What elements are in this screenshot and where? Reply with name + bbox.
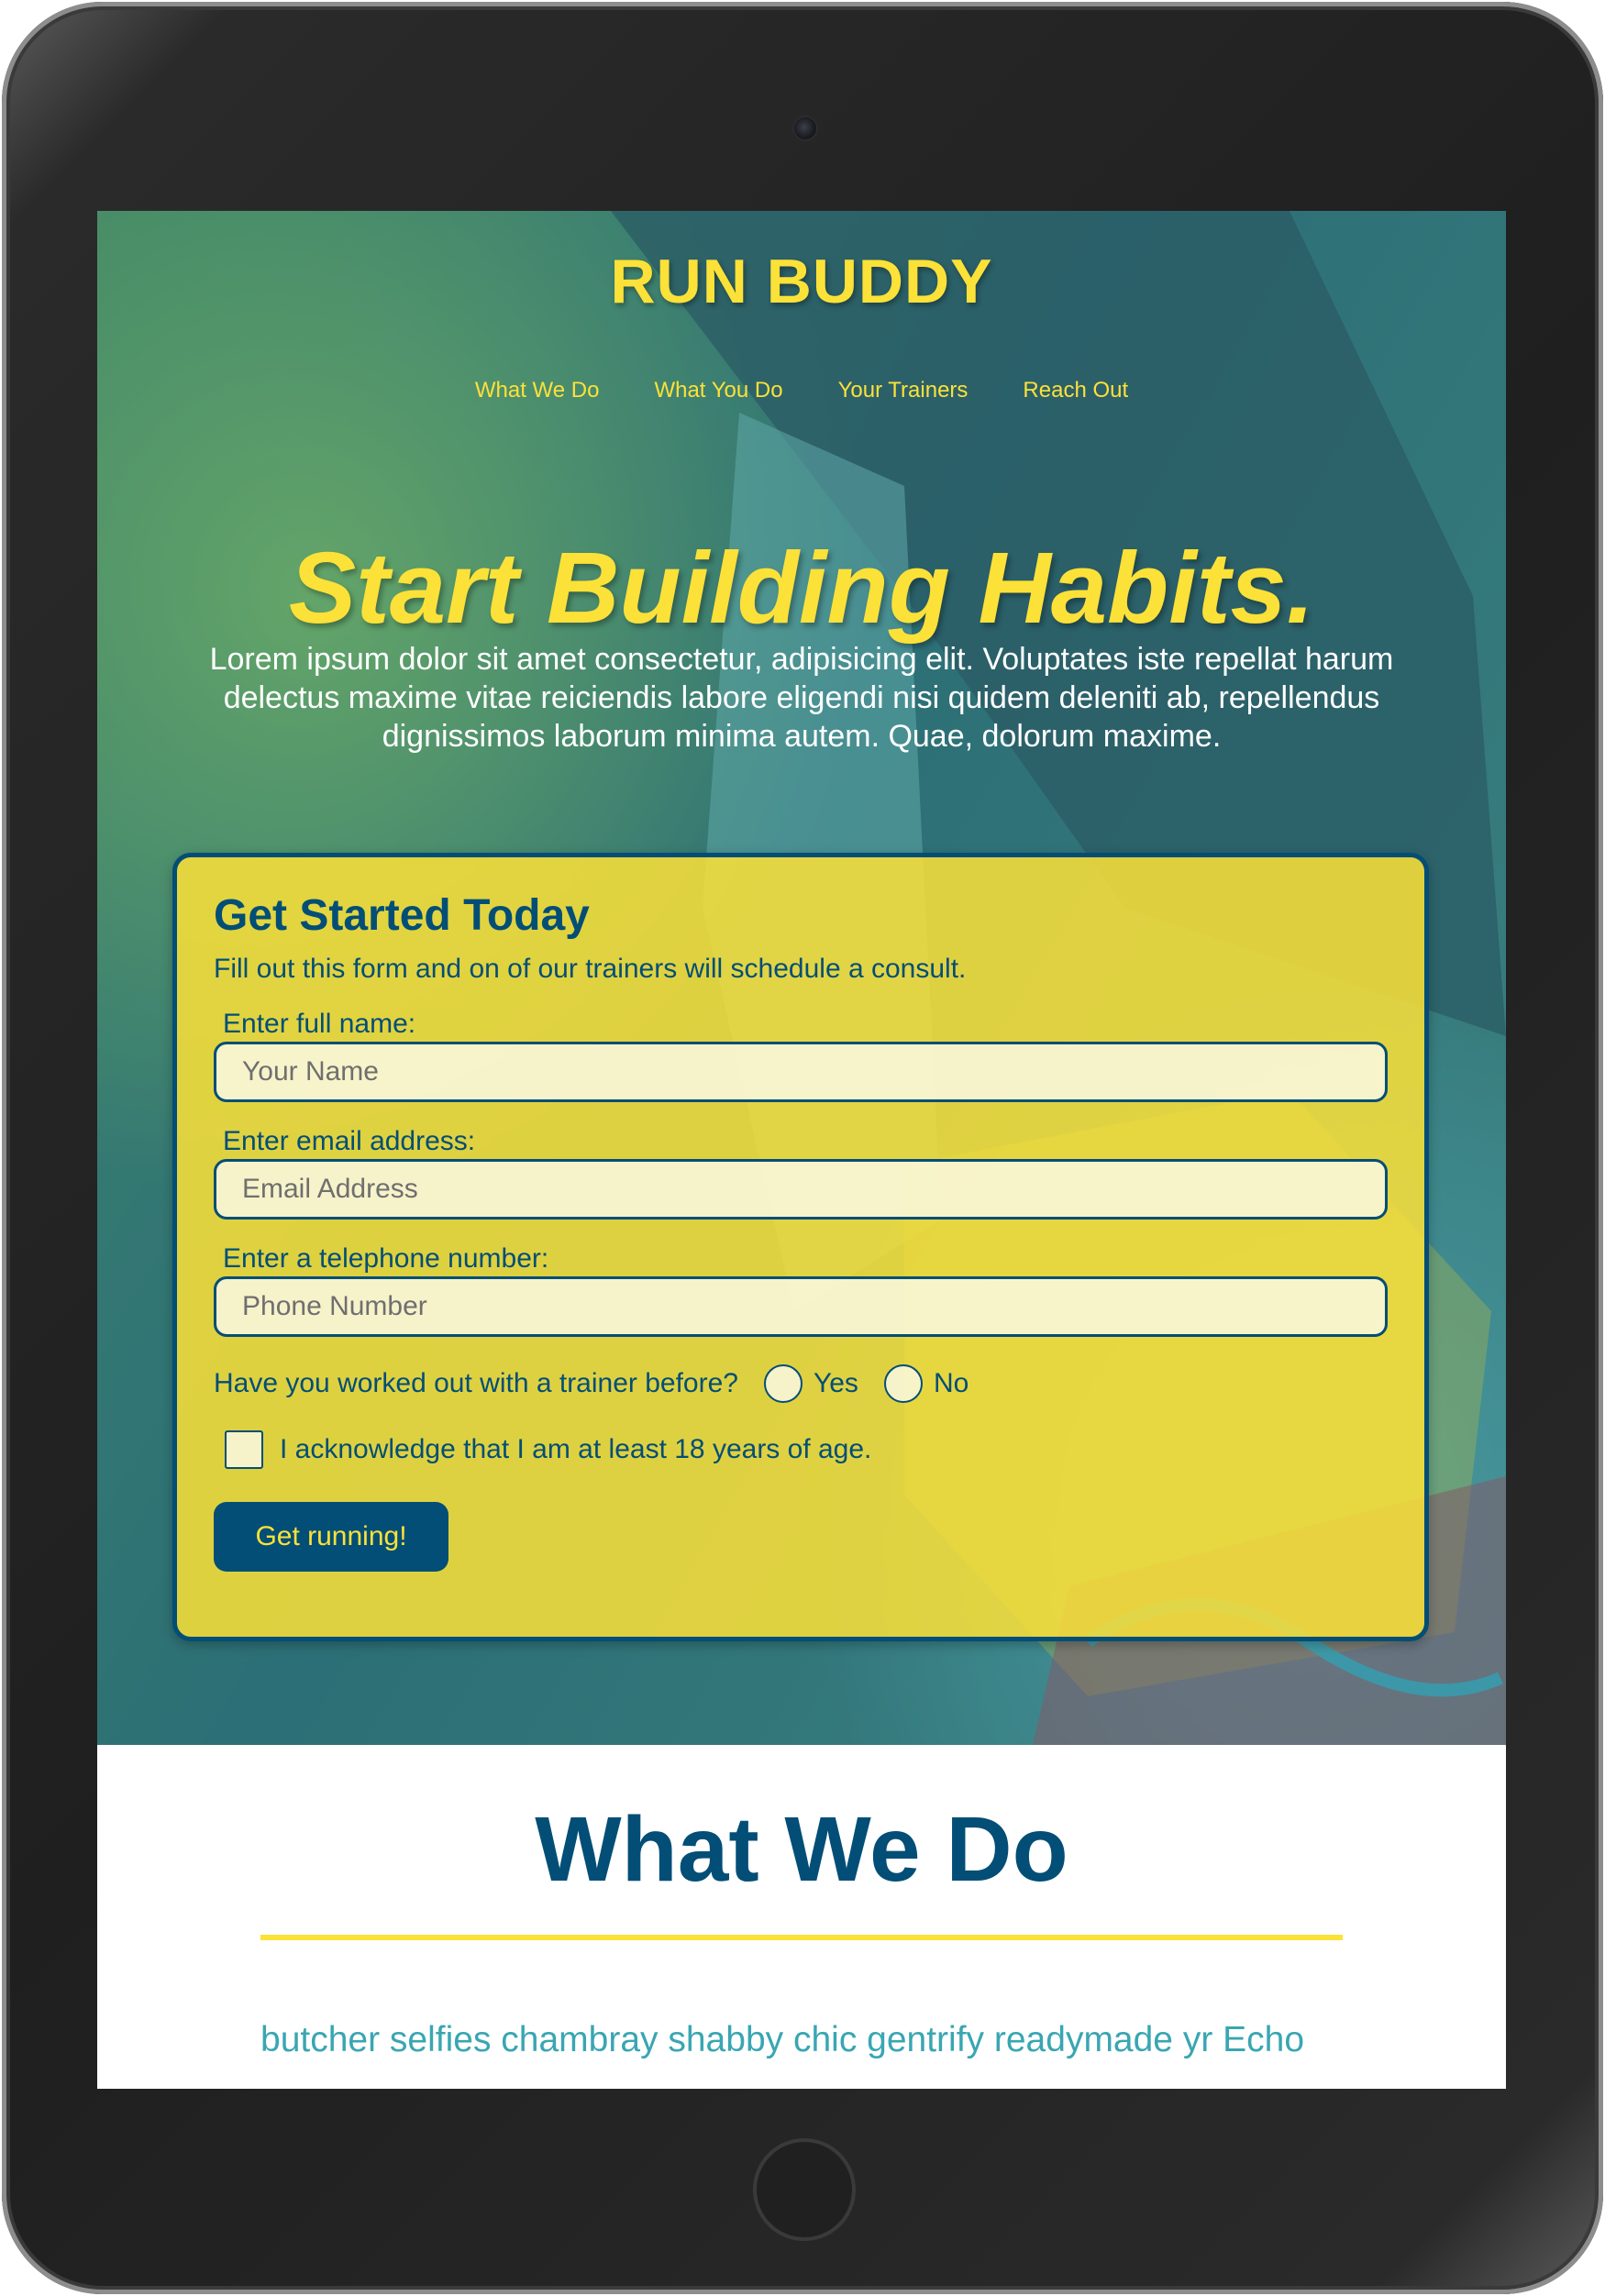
email-input[interactable] xyxy=(214,1159,1388,1220)
radio-no[interactable] xyxy=(883,1364,923,1403)
radio-yes-label: Yes xyxy=(813,1368,858,1398)
phone-input[interactable] xyxy=(214,1276,1388,1337)
what-we-do-text: butcher selfies chambray shabby chic gen… xyxy=(260,2020,1305,2059)
hero-text: Lorem ipsum dolor sit amet consectetur, … xyxy=(209,642,1394,754)
nav-link-your-trainers[interactable]: Your Trainers xyxy=(838,378,969,403)
form-subtitle: Fill out this form and on of our trainer… xyxy=(214,954,967,984)
form-title: Get Started Today xyxy=(214,891,590,940)
trainer-question-label: Have you worked out with a trainer befor… xyxy=(214,1368,738,1398)
hero-section: RUN BUDDY What We Do What You Do Your Tr… xyxy=(97,211,1506,1745)
what-we-do-title: What We Do xyxy=(535,1798,1068,1901)
tablet-frame: RUN BUDDY What We Do What You Do Your Tr… xyxy=(2,2,1603,2294)
age-ack-checkbox[interactable] xyxy=(225,1430,263,1469)
nav-link-what-you-do[interactable]: What You Do xyxy=(654,378,782,403)
camera-icon xyxy=(792,116,818,141)
age-ack-row: I acknowledge that I am at least 18 year… xyxy=(214,1430,1388,1469)
phone-label: Enter a telephone number: xyxy=(223,1243,549,1274)
main-nav: What We Do What You Do Your Trainers Rea… xyxy=(97,378,1506,403)
screen: RUN BUDDY What We Do What You Do Your Tr… xyxy=(97,211,1506,2089)
signup-form: Get Started Today Fill out this form and… xyxy=(172,853,1429,1641)
trainer-question-row: Have you worked out with a trainer befor… xyxy=(214,1364,1388,1403)
site-title[interactable]: RUN BUDDY xyxy=(97,246,1506,317)
age-ack-label: I acknowledge that I am at least 18 year… xyxy=(280,1434,872,1464)
home-button-icon[interactable] xyxy=(753,2138,856,2241)
hero-heading: Start Building Habits. xyxy=(288,532,1315,645)
nav-link-what-we-do[interactable]: What We Do xyxy=(475,378,600,403)
name-label: Enter full name: xyxy=(223,1009,416,1039)
section-divider xyxy=(260,1935,1343,1940)
radio-yes[interactable] xyxy=(763,1364,802,1403)
name-input[interactable] xyxy=(214,1042,1388,1102)
submit-button[interactable]: Get running! xyxy=(214,1502,448,1572)
nav-link-reach-out[interactable]: Reach Out xyxy=(1023,378,1128,403)
email-label: Enter email address: xyxy=(223,1126,476,1156)
radio-no-label: No xyxy=(933,1368,969,1398)
